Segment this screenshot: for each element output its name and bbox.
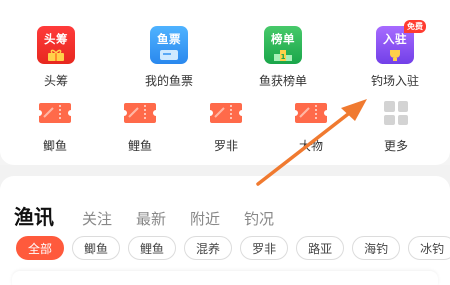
toucho-tile-text: 头筹 (44, 32, 68, 46)
menu-label: 大物 (298, 139, 323, 153)
menu-label: 鲫鱼 (42, 139, 67, 153)
chip-sea-fishing[interactable]: 海钓 (352, 236, 401, 260)
menu-item-carp[interactable]: 鲤鱼 (123, 101, 157, 154)
chip-lure[interactable]: 路亚 (296, 236, 345, 260)
podium-icon: 1 (274, 50, 292, 61)
ticket-icon (210, 103, 242, 123)
trophy-icon (390, 50, 400, 61)
ticket-icon (295, 103, 327, 123)
feed-card[interactable] (12, 271, 438, 285)
menu-label: 鲤鱼 (127, 139, 152, 153)
menu-label: 我的鱼票 (145, 74, 194, 88)
menu-label: 头筹 (43, 74, 68, 88)
menu-label: 钓场入驻 (371, 74, 420, 88)
filter-chips: 全部 鲫鱼 鲤鱼 混养 罗非 路亚 海钓 冰钓 (16, 236, 450, 260)
ticket-card-icon (160, 50, 178, 60)
more-grid-icon (384, 101, 408, 125)
menu-item-my-fish-ticket[interactable]: 鱼票 我的鱼票 (145, 26, 193, 89)
menu-label: 更多 (384, 139, 409, 153)
feed-section (0, 176, 450, 285)
chip-all[interactable]: 全部 (16, 236, 65, 260)
tab-following[interactable]: 关注 (82, 208, 112, 229)
venue-join-tile-text: 入驻 (383, 32, 407, 46)
chip-carp[interactable]: 鲤鱼 (128, 236, 177, 260)
menu-item-tilapia[interactable]: 罗非 (209, 101, 243, 154)
ticket-icon (124, 103, 156, 123)
free-badge: 免费 (404, 20, 426, 33)
chip-tilapia[interactable]: 罗非 (240, 236, 289, 260)
ticket-icon (39, 103, 71, 123)
fish-ticket-tile-text: 鱼票 (157, 32, 181, 46)
ranking-tile: 榜单 1 (264, 26, 302, 64)
menu-label: 鱼获榜单 (259, 74, 308, 88)
tab-fishing-news[interactable]: 渔讯 (14, 201, 54, 230)
gift-icon (48, 49, 64, 61)
chip-ice-fishing[interactable]: 冰钓 (408, 236, 450, 260)
menu-label: 罗非 (213, 139, 238, 153)
menu-item-crucian[interactable]: 鲫鱼 (38, 101, 72, 154)
fish-ticket-tile: 鱼票 (150, 26, 188, 64)
toucho-tile: 头筹 (37, 26, 75, 64)
menu-item-more[interactable]: 更多 (384, 101, 408, 154)
tab-fishing-report[interactable]: 钓况 (244, 208, 274, 229)
svg-text:1: 1 (281, 53, 286, 61)
venue-join-tile: 入驻 免费 (376, 20, 426, 64)
tab-latest[interactable]: 最新 (136, 208, 166, 229)
menu-item-catch-ranking[interactable]: 榜单 1 鱼获榜单 (259, 26, 307, 89)
menu-item-venue-join[interactable]: 入驻 免费 钓场入驻 (371, 20, 426, 89)
feed-tabs: 渔讯 关注 最新 附近 钓况 (14, 201, 298, 230)
menu-item-toucho[interactable]: 头筹 头筹 (37, 26, 75, 89)
chip-mixed[interactable]: 混养 (184, 236, 233, 260)
chip-crucian[interactable]: 鲫鱼 (72, 236, 121, 260)
tab-nearby[interactable]: 附近 (190, 208, 220, 229)
ranking-tile-text: 榜单 (271, 32, 295, 46)
menu-item-big-fish[interactable]: 大物 (294, 101, 328, 154)
